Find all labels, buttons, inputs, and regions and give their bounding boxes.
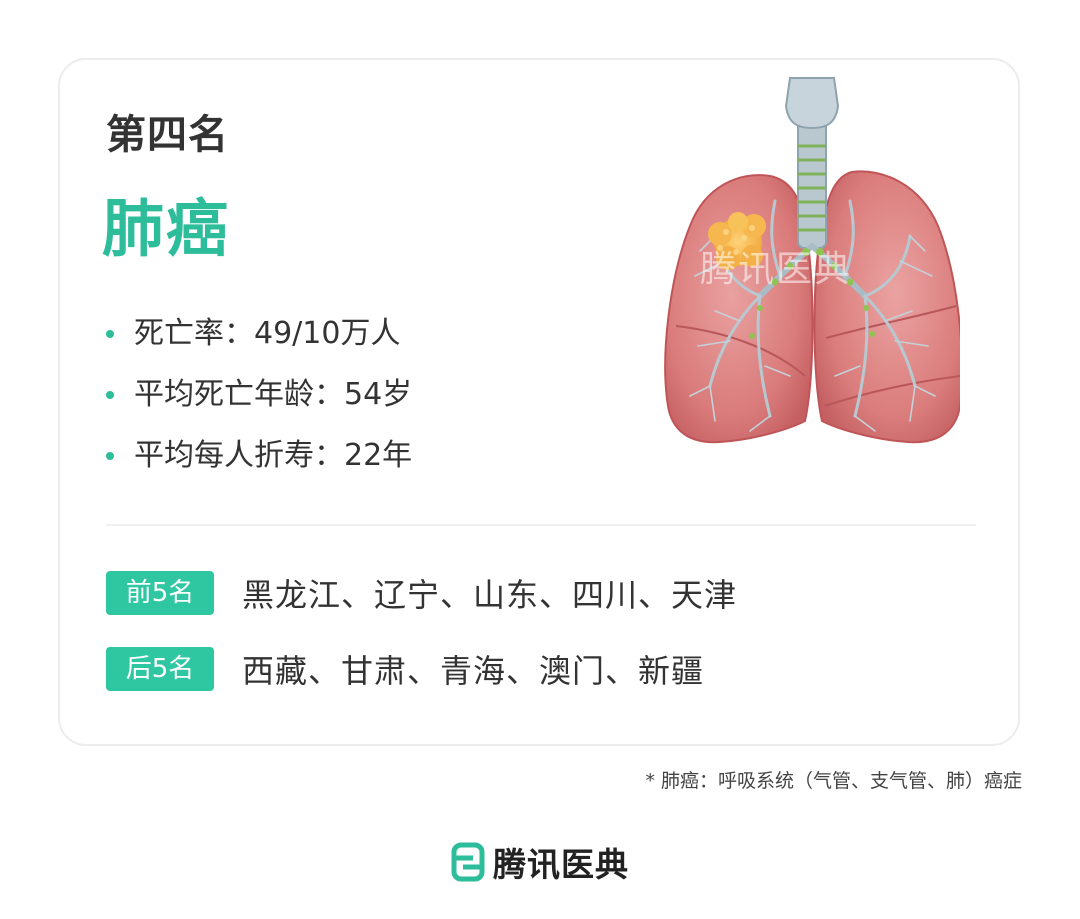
stat-average-age-text: 平均死亡年龄：54岁 [134,377,413,412]
top5-provinces: 黑龙江、辽宁、山东、四川、天津 [242,576,738,614]
disease-card: 第四名 肺癌 死亡率：49/10万人 平均死亡年龄：54岁 平均每人折寿：22年 [58,58,1020,746]
bottom5-row: 后5名 西藏、甘肃、青海、澳门、新疆 [106,646,704,692]
tencent-yidian-logo-icon [451,842,485,882]
stat-years-lost-text: 平均每人折寿：22年 [134,438,413,473]
disease-name: 肺癌 [102,192,231,265]
stat-item-years-lost: 平均每人折寿：22年 [106,434,412,495]
brand-footer: 腾讯医典 [0,838,1080,886]
larynx-shape [784,77,840,130]
bullet-dot-icon [106,391,114,399]
stat-mortality-text: 死亡率：49/10万人 [134,316,401,351]
bottom5-tag: 后5名 [106,647,214,691]
watermark-text: 腾讯医典 [700,249,853,290]
section-divider [106,524,976,526]
top5-row: 前5名 黑龙江、辽宁、山东、四川、天津 [106,570,737,616]
page: 第四名 肺癌 死亡率：49/10万人 平均死亡年龄：54岁 平均每人折寿：22年 [0,0,1080,919]
bullet-dot-icon [106,452,114,460]
bullet-dot-icon [106,330,114,338]
top5-tag: 前5名 [106,571,214,615]
footnote: * 肺癌：呼吸系统（气管、支气管、肺）癌症 [645,770,1022,792]
bottom5-provinces: 西藏、甘肃、青海、澳门、新疆 [242,652,705,690]
stat-item-average-age: 平均死亡年龄：54岁 [106,373,412,434]
rank-title: 第四名 [106,112,229,158]
stats-list: 死亡率：49/10万人 平均死亡年龄：54岁 平均每人折寿：22年 [106,312,412,495]
stat-item-mortality: 死亡率：49/10万人 [106,312,412,373]
brand-name: 腾讯医典 [493,845,629,884]
